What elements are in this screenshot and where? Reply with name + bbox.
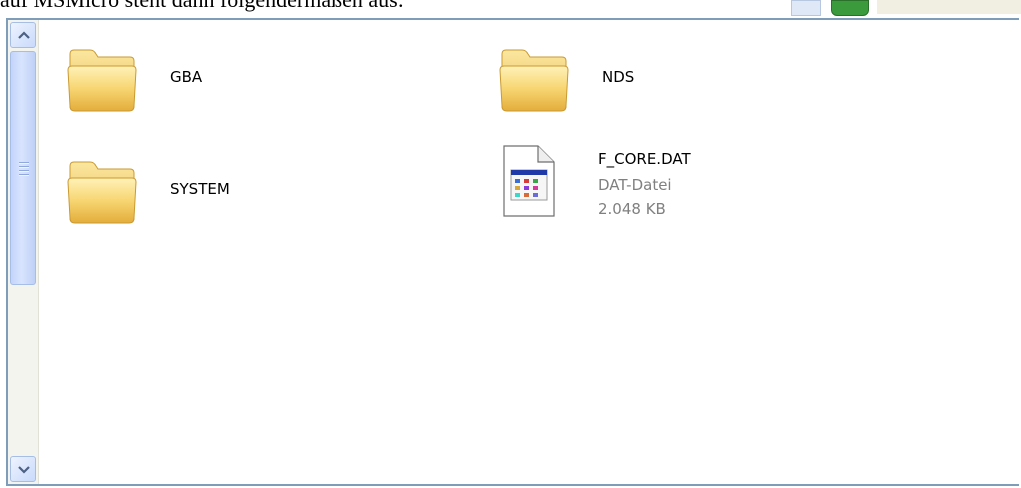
document-text-line: auf MSMicro steht dann folgendermaßen au… [0, 0, 404, 13]
toolbar-background-fragment [877, 0, 1021, 14]
folder-name: GBA [170, 68, 203, 86]
file-item-f-core-dat[interactable]: F_CORE.DAT DAT-Datei 2.048 KB [502, 144, 762, 244]
file-type: DAT-Datei [598, 176, 672, 194]
folder-icon [67, 49, 137, 112]
scroll-down-button[interactable] [10, 456, 36, 482]
folder-name: NDS [602, 68, 635, 86]
dat-file-icon [503, 145, 555, 217]
folder-icon [67, 161, 137, 224]
scrollbar-grip-icon [19, 162, 29, 178]
toolbar-button-fragment[interactable] [791, 0, 821, 16]
file-size: 2.048 KB [598, 200, 666, 218]
page: auf MSMicro steht dann folgendermaßen au… [0, 0, 1021, 488]
folder-name: SYSTEM [170, 180, 230, 198]
scroll-up-arrow-icon [18, 31, 30, 39]
scroll-up-button[interactable] [10, 22, 36, 48]
folder-item-nds[interactable]: NDS [498, 44, 698, 124]
items-area: GBA NDS SYSTEM F_CORE.DAT DAT-Datei 2.04… [38, 20, 1019, 484]
explorer-file-view: GBA NDS SYSTEM F_CORE.DAT DAT-Datei 2.04… [6, 18, 1019, 486]
folder-icon [499, 49, 569, 112]
scrollbar-thumb[interactable] [10, 51, 36, 285]
vertical-scrollbar[interactable] [8, 20, 39, 484]
file-name: F_CORE.DAT [598, 150, 691, 168]
folder-item-system[interactable]: SYSTEM [66, 156, 306, 236]
top-right-toolbar-fragment [791, 0, 1021, 18]
go-button-fragment[interactable] [831, 0, 869, 16]
folder-item-gba[interactable]: GBA [66, 44, 266, 124]
top-strip: auf MSMicro steht dann folgendermaßen au… [0, 0, 1021, 18]
scroll-down-arrow-icon [18, 466, 30, 474]
